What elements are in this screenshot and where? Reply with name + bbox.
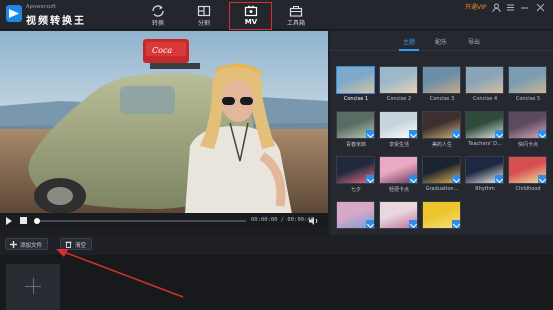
download-icon[interactable]	[538, 175, 546, 183]
theme-label: 美的人生	[431, 142, 452, 148]
vip-link[interactable]: 开通VIP	[465, 2, 487, 11]
theme-label: 快闪卡点	[517, 142, 538, 148]
download-icon[interactable]	[409, 130, 417, 138]
svg-text:Coca: Coca	[152, 46, 172, 55]
trash-icon	[65, 241, 72, 248]
title-bar: Apowersoft 视频转换王 转换 分割 MV 工具箱 开通VIP	[0, 0, 553, 30]
refresh-icon	[152, 5, 164, 17]
theme-thumb[interactable]	[465, 156, 504, 184]
download-icon[interactable]	[409, 220, 417, 228]
theme-thumb[interactable]	[422, 156, 461, 184]
time-display: 00:00:00 / 00:00:40	[251, 217, 314, 223]
download-icon[interactable]	[495, 130, 503, 138]
add-media-tile[interactable]	[6, 264, 60, 310]
brand-company: Apowersoft	[26, 4, 57, 10]
theme-thumb[interactable]	[508, 66, 547, 94]
theme-thumb[interactable]	[422, 201, 461, 229]
theme-thumb[interactable]	[336, 156, 375, 184]
theme-thumb[interactable]	[422, 66, 461, 94]
theme-thumb[interactable]	[379, 66, 418, 94]
video-preview[interactable]: Coca	[0, 31, 328, 214]
add-file-label: 添加文件	[20, 243, 43, 249]
mv-highlight-box	[229, 2, 272, 30]
clear-button[interactable]: 清空	[60, 238, 93, 250]
theme-label: 七夕	[350, 187, 361, 193]
tab-export[interactable]: 导出	[468, 37, 480, 46]
theme-thumb-preview	[423, 67, 460, 93]
theme-label: Concise 2	[386, 96, 412, 102]
file-toolbar: 添加文件 清空	[0, 236, 553, 254]
theme-thumb-preview	[466, 67, 503, 93]
stop-icon[interactable]	[20, 217, 27, 224]
nav-toolbox-label: 工具箱	[286, 20, 305, 27]
theme-thumb[interactable]	[465, 66, 504, 94]
split-icon	[197, 5, 211, 17]
theme-label: Graduation...	[425, 186, 459, 192]
player-controls: 00:00:00 / 00:00:40	[0, 213, 328, 229]
download-icon[interactable]	[452, 220, 460, 228]
file-drop-area	[0, 255, 553, 310]
theme-thumb-preview	[380, 67, 417, 93]
theme-thumb[interactable]	[379, 156, 418, 184]
progress-knob[interactable]	[34, 218, 40, 224]
add-file-button[interactable]: 添加文件	[5, 238, 49, 250]
theme-label: Concise 1	[343, 96, 369, 102]
download-icon[interactable]	[409, 175, 417, 183]
theme-thumb[interactable]	[336, 111, 375, 139]
play-icon[interactable]	[6, 217, 12, 225]
panel-tabs: 主题 配乐 导出	[330, 31, 553, 51]
nav-toolbox[interactable]: 工具箱	[274, 2, 318, 29]
tab-theme[interactable]: 主题	[403, 37, 415, 46]
theme-label: 轻便卡点	[388, 187, 409, 193]
download-icon[interactable]	[366, 220, 374, 228]
theme-thumb[interactable]	[336, 201, 375, 229]
theme-label: Concise 5	[515, 96, 541, 102]
theme-label: Teachers' D...	[468, 141, 502, 147]
active-tab-indicator	[399, 49, 419, 51]
theme-thumb[interactable]	[508, 111, 547, 139]
download-icon[interactable]	[538, 130, 546, 138]
user-icon[interactable]	[492, 3, 501, 12]
tab-music[interactable]: 配乐	[435, 37, 447, 46]
app-logo-icon	[6, 5, 22, 22]
progress-track[interactable]	[36, 220, 246, 222]
timeline-strip	[0, 229, 328, 235]
theme-thumb[interactable]	[379, 111, 418, 139]
app-title: 视频转换王	[26, 16, 86, 27]
volume-icon[interactable]	[308, 216, 319, 226]
theme-thumb-preview	[509, 67, 546, 93]
theme-thumb[interactable]	[336, 66, 375, 94]
theme-thumb-preview	[337, 67, 374, 93]
theme-label: 青春米郎	[345, 142, 366, 148]
menu-icon[interactable]	[506, 3, 515, 12]
download-icon[interactable]	[366, 130, 374, 138]
plus-icon	[10, 241, 17, 248]
close-icon[interactable]	[536, 3, 545, 12]
preview-image: Coca	[0, 31, 328, 214]
download-icon[interactable]	[366, 175, 374, 183]
theme-label: Childhood	[515, 186, 541, 192]
theme-label: Concise 4	[472, 96, 498, 102]
theme-label: Rhythm	[475, 186, 495, 192]
download-icon[interactable]	[495, 175, 503, 183]
theme-label: Concise 3	[429, 96, 455, 102]
nav-convert[interactable]: 转换	[136, 2, 180, 29]
download-icon[interactable]	[452, 175, 460, 183]
toolbox-icon	[289, 5, 303, 17]
nav-split[interactable]: 分割	[182, 2, 226, 29]
theme-thumb[interactable]	[379, 201, 418, 229]
download-icon[interactable]	[452, 130, 460, 138]
nav-split-label: 分割	[197, 20, 210, 27]
theme-thumb[interactable]	[508, 156, 547, 184]
theme-label: 享受生活	[388, 142, 409, 148]
clear-label: 清空	[75, 243, 87, 249]
theme-thumb[interactable]	[465, 111, 504, 139]
theme-panel: 主题 配乐 导出 Concise 1 Concise 2 Concise 3 Conc…	[330, 31, 553, 235]
nav-convert-label: 转换	[151, 20, 164, 27]
theme-thumb[interactable]	[422, 111, 461, 139]
minimize-icon[interactable]	[520, 3, 529, 12]
